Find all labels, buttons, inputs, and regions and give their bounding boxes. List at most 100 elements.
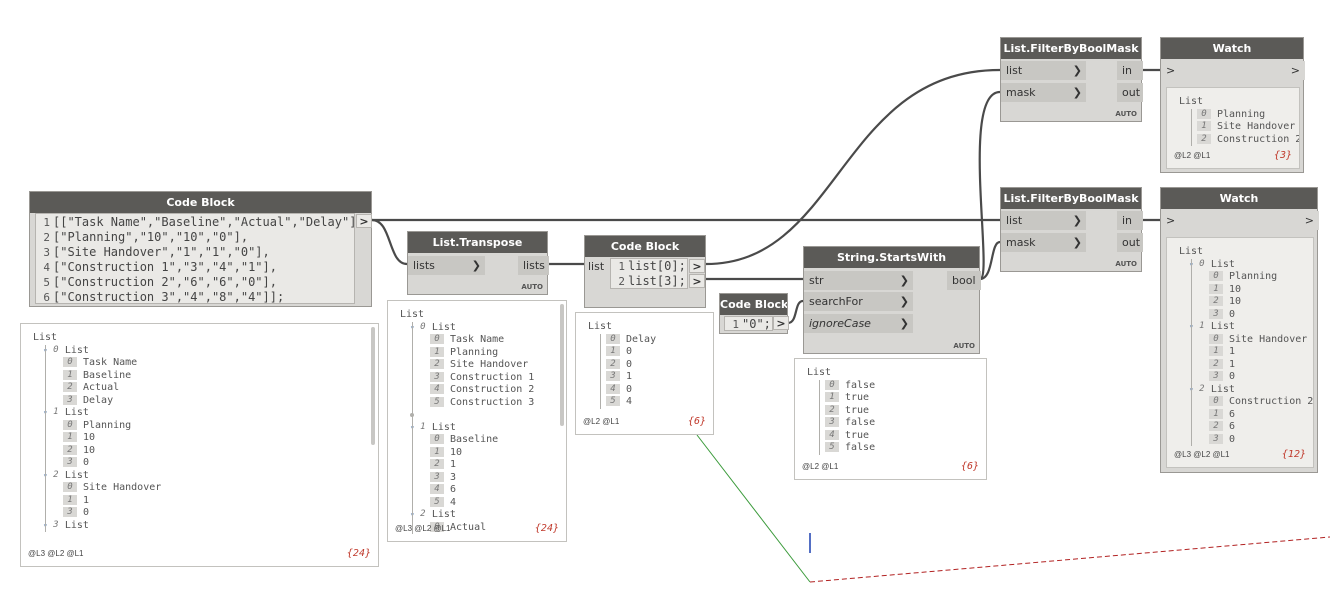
input-port-searchfor[interactable]: searchFor ❯ <box>804 292 914 311</box>
tree-group[interactable]: ▾3List <box>43 520 89 532</box>
code-output-port-1[interactable]: > <box>689 274 705 288</box>
code-output-port[interactable]: > <box>356 214 372 228</box>
line-number: 2 <box>618 275 625 288</box>
watch-preview[interactable]: List 0 Planning 1 Site Handover 2 Construction… <box>1166 87 1300 169</box>
output-port-out[interactable]: out <box>1117 233 1143 252</box>
tree-item: 30 <box>63 457 89 469</box>
list-value: List <box>1210 321 1235 332</box>
preview-scrollbar[interactable] <box>560 304 564 426</box>
list-index: 3 <box>63 507 77 517</box>
wire-index0-to-filter-top-list <box>705 68 1001 266</box>
output-port-lists[interactable]: lists <box>518 256 549 275</box>
code-block-node-zero[interactable]: Code Block 1 "0"; > <box>719 293 789 334</box>
output-port-bool[interactable]: bool <box>947 271 981 290</box>
code-output-port[interactable]: > <box>773 316 789 330</box>
tree-item: 31 <box>606 371 632 383</box>
preview-bubble-code-index[interactable]: List 0 Delay 1 0 2 0 3 1 4 0 5 4 @L2 @L1 {6} <box>575 312 714 435</box>
input-port-ignorecase[interactable]: ignoreCase ❯ <box>804 314 914 333</box>
list-value: List <box>1210 258 1235 270</box>
port-label: mask <box>1006 236 1036 249</box>
watch-node-bottom[interactable]: Watch > > List▾0List0Planning11021030▾1L… <box>1160 187 1319 473</box>
list-index: 1 <box>606 346 620 356</box>
tree-item: 0 false <box>825 379 875 392</box>
list-value: 0 <box>83 507 90 518</box>
tree-root: List <box>807 367 831 379</box>
input-port[interactable]: > > <box>1161 211 1319 230</box>
code-output-port-0[interactable]: > <box>689 259 705 273</box>
list-index: 3 <box>825 417 839 427</box>
list-value: Planning <box>450 346 499 358</box>
input-port-lists[interactable]: lists ❯ <box>408 256 486 275</box>
node-title: Watch <box>1161 188 1317 209</box>
list-value: Construction 2 <box>450 384 535 395</box>
tree-group[interactable]: ▾2List <box>1189 384 1235 396</box>
list-index: 1 <box>63 494 77 505</box>
list-value: 10 <box>450 446 463 458</box>
string-startswith-node[interactable]: String.StartsWith str ❯ searchFor ❯ ignore… <box>803 246 981 354</box>
list-index: 1 <box>420 421 426 432</box>
tree-group[interactable]: ▾0List <box>43 345 89 357</box>
preview-bubble-transpose[interactable]: List▾0List0Task Name1Planning2Site Hando… <box>387 300 567 542</box>
list-index: 2 <box>420 509 426 519</box>
input-port-list[interactable]: list ❯ <box>1001 61 1087 80</box>
input-port-list[interactable]: list ❯ <box>1001 211 1087 230</box>
tree-group[interactable]: ▾2List <box>43 470 89 482</box>
code-block-node-main[interactable]: Code Block 1 [["Task Name","Baseline","Ac… <box>29 191 372 307</box>
watch-preview[interactable]: List▾0List0Planning11021030▾1List0Site H… <box>1166 237 1314 468</box>
list-value: Delay <box>626 333 657 345</box>
output-port-arrow[interactable]: > <box>1305 211 1314 230</box>
filter-by-bool-mask-node-top[interactable]: List.FilterByBoolMask list ❯ mask ❯ in out… <box>1000 37 1143 122</box>
preview-bubble-startswith[interactable]: List 0 false 1 true 2 true 3 false 4 true 5 false @L… <box>794 358 987 480</box>
list-index: 3 <box>1209 308 1223 319</box>
list-index: 1 <box>1199 321 1205 331</box>
chevron-right-icon: ❯ <box>1072 64 1082 77</box>
preview-bubble-code-main[interactable]: List▾0List0Task Name1Baseline2Actual3Del… <box>20 323 379 567</box>
tree-group[interactable]: ▾1List <box>1189 321 1235 333</box>
tree-guide-line <box>819 379 820 455</box>
list-value: true <box>845 429 870 441</box>
input-port-mask[interactable]: mask ❯ <box>1001 83 1087 102</box>
list-value: Delay <box>83 394 114 406</box>
code-text: [["Task Name","Baseline","Actual","Delay… <box>53 215 364 229</box>
input-port-list[interactable]: list <box>585 257 609 276</box>
list-value: Actual <box>450 521 487 533</box>
list-index: 4 <box>430 384 444 394</box>
list-index: 2 <box>1197 133 1211 144</box>
list-index: 4 <box>825 429 839 440</box>
list-value: Site Handover <box>450 359 529 370</box>
code-editor[interactable]: 1 [["Task Name","Baseline","Actual","Dela… <box>35 213 364 304</box>
tree-group[interactable]: ▾1List <box>410 422 456 434</box>
list-value: List <box>33 332 58 343</box>
tree-group[interactable]: ▾0List <box>410 322 456 334</box>
tree-item: 2 Actual <box>63 382 119 394</box>
output-port-in[interactable]: in <box>1117 61 1143 80</box>
list-transpose-node[interactable]: List.Transpose lists ❯ lists AUTO <box>407 231 549 295</box>
tree-item: 46 <box>430 484 456 496</box>
input-port-str[interactable]: str ❯ <box>804 271 914 290</box>
list-value: Actual <box>83 382 120 393</box>
tree-item: 21 <box>1209 358 1235 371</box>
tree-group[interactable]: ▾1List <box>43 407 89 419</box>
list-index: 0 <box>430 334 444 344</box>
input-port[interactable]: > > <box>1161 61 1305 80</box>
input-port-mask[interactable]: mask ❯ <box>1001 233 1087 252</box>
output-port-arrow[interactable]: > <box>1291 61 1300 80</box>
line-number: 4 <box>43 261 50 274</box>
list-index: 2 <box>606 358 620 369</box>
list-index: 3 <box>430 471 444 482</box>
item-count: {24} <box>534 523 559 534</box>
output-port-out[interactable]: out <box>1117 83 1143 102</box>
tree-item: 30 <box>1209 371 1235 383</box>
tree-group[interactable]: ▾2List <box>410 509 456 521</box>
preview-scrollbar[interactable] <box>371 327 375 445</box>
list-value: List <box>400 309 425 320</box>
code-editor[interactable]: 1 list[0]; 2 list[3]; <box>610 258 688 289</box>
filter-by-bool-mask-node-bottom[interactable]: List.FilterByBoolMask list ❯ mask ❯ in out… <box>1000 187 1143 272</box>
list-value: 0 <box>626 358 633 370</box>
code-editor[interactable]: 1 "0"; <box>724 316 773 331</box>
tree-group[interactable]: ▾0List <box>1189 259 1235 271</box>
tree-guide-line <box>1191 108 1192 146</box>
watch-node-top[interactable]: Watch > > List 0 Planning 1 Site Handover 2 Co… <box>1160 37 1305 173</box>
output-port-in[interactable]: in <box>1117 211 1143 230</box>
code-block-node-index[interactable]: Code Block list 1 list[0]; 2 list[3]; > > <box>584 235 706 308</box>
